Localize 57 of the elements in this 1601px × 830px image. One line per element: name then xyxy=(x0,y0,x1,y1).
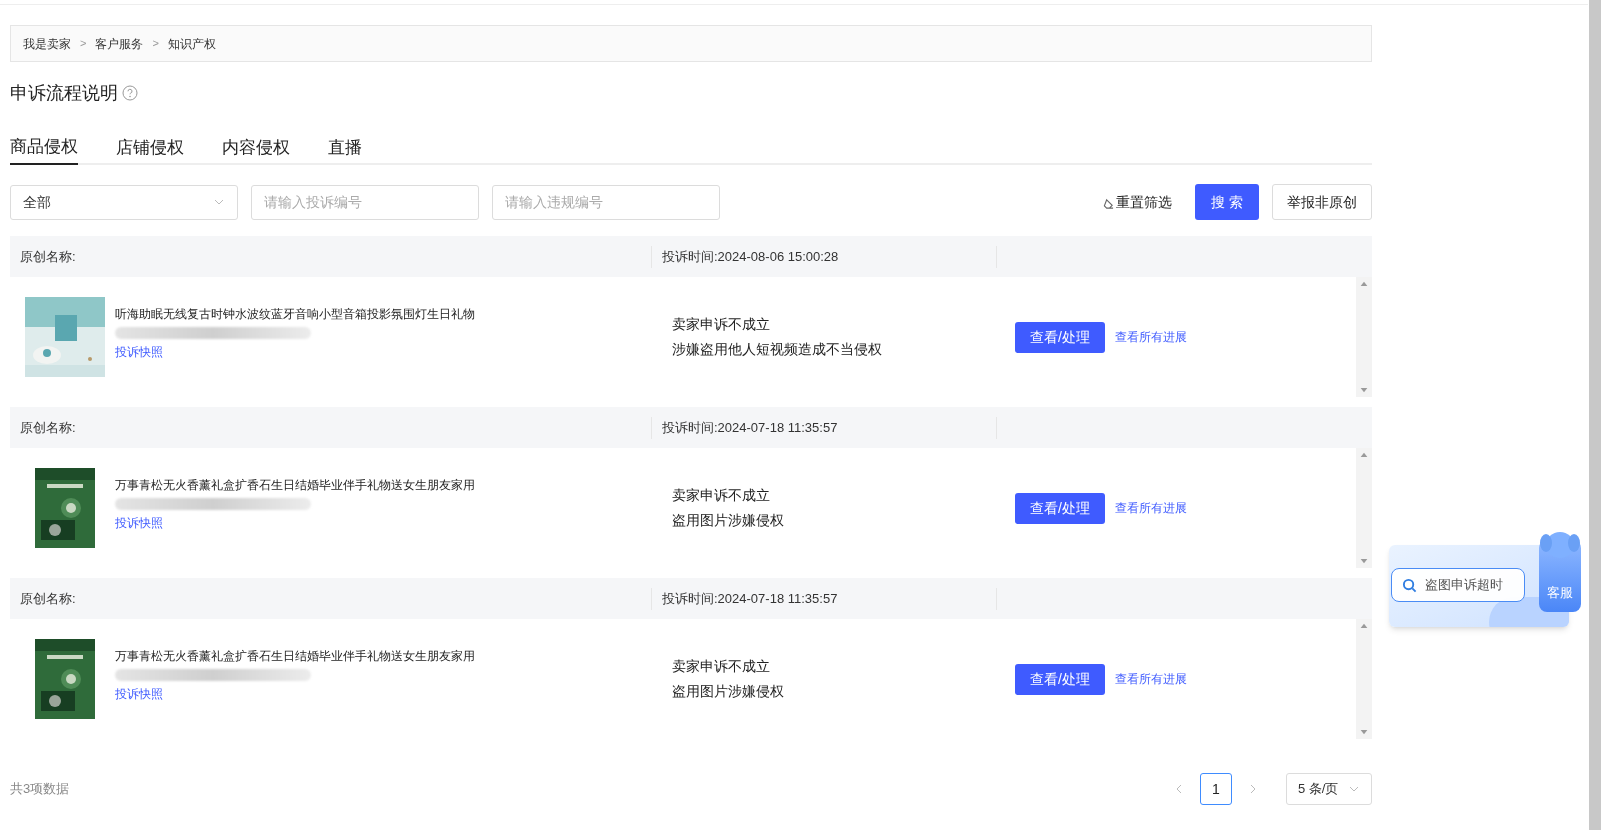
page-size-select[interactable]: 5 条/页 xyxy=(1286,773,1372,805)
breadcrumb-link[interactable]: 知识产权 xyxy=(167,34,216,53)
scroll-down-icon[interactable] xyxy=(1360,730,1368,735)
type-select[interactable]: 全部 xyxy=(10,184,238,220)
column-label: 原创名称: xyxy=(20,589,76,608)
page-button[interactable]: 1 xyxy=(1200,773,1232,805)
complaint-time: 投诉时间:2024-08-06 15:00:28 xyxy=(662,247,839,266)
view-button[interactable]: 查看/处理 xyxy=(1015,492,1105,524)
snapshot-link[interactable]: 投诉快照 xyxy=(115,685,163,703)
scroll-up-icon[interactable] xyxy=(1360,623,1368,628)
complaint-time: 投诉时间:2024-07-18 11:35:57 xyxy=(662,418,838,437)
appeal-status: 卖家申诉不成立 xyxy=(672,657,771,676)
help-icon[interactable] xyxy=(122,85,138,101)
progress-link[interactable]: 查看所有进展 xyxy=(1115,670,1187,688)
search-field[interactable]: 盗图申诉超时 xyxy=(1391,568,1525,602)
violation-reason: 盗用图片涉嫌侵权 xyxy=(672,511,785,530)
input-field[interactable]: 请输入违规编号 xyxy=(492,184,720,220)
breadcrumb-link[interactable]: 我是卖家 xyxy=(23,34,71,53)
report-button[interactable]: 举报非原创 xyxy=(1272,184,1372,220)
appeal-status: 卖家申诉不成立 xyxy=(672,315,771,334)
page-title: 申诉流程说明 xyxy=(10,81,118,105)
search-button[interactable]: 搜 索 xyxy=(1195,184,1259,220)
tab[interactable]: 内容侵权 xyxy=(222,131,290,165)
tab[interactable]: 商品侵权 xyxy=(10,131,78,165)
scroll-up-icon[interactable] xyxy=(1360,452,1368,457)
snapshot-link[interactable]: 投诉快照 xyxy=(115,514,163,532)
column-label: 原创名称: xyxy=(20,418,76,437)
search-icon xyxy=(1402,577,1417,593)
appeal-status: 卖家申诉不成立 xyxy=(672,486,771,505)
breadcrumb-separator: > xyxy=(152,36,159,52)
breadcrumb-separator: > xyxy=(80,36,87,52)
eraser-icon xyxy=(1103,198,1114,209)
complaint-time: 投诉时间:2024-07-18 11:35:57 xyxy=(662,589,838,608)
tab[interactable]: 直播 xyxy=(328,131,362,165)
scroll-down-icon[interactable] xyxy=(1360,559,1368,564)
view-button[interactable]: 查看/处理 xyxy=(1015,663,1105,695)
scrollbar[interactable] xyxy=(1589,0,1601,830)
progress-link[interactable]: 查看所有进展 xyxy=(1115,328,1187,346)
breadcrumb-link[interactable]: 客户服务 xyxy=(95,34,144,53)
row-scrollbar[interactable] xyxy=(1356,619,1372,739)
row-scrollbar[interactable] xyxy=(1356,448,1372,568)
scroll-up-icon[interactable] xyxy=(1360,281,1368,286)
column-label: 原创名称: xyxy=(20,247,76,266)
total-count: 共3项数据 xyxy=(10,780,70,799)
reset-button[interactable]: 重置筛选 xyxy=(1103,191,1172,213)
violation-reason: 涉嫌盗用他人短视频造成不当侵权 xyxy=(672,340,883,359)
view-button[interactable]: 查看/处理 xyxy=(1015,321,1105,353)
snapshot-link[interactable]: 投诉快照 xyxy=(115,343,163,361)
violation-reason: 盗用图片涉嫌侵权 xyxy=(672,682,785,701)
product-title: 万事青松无火香薰礼盒扩香石生日结婚毕业伴手礼物送女生朋友家用 xyxy=(115,648,476,665)
progress-link[interactable]: 查看所有进展 xyxy=(1115,499,1187,517)
input-field[interactable]: 请输入投诉编号 xyxy=(251,184,479,220)
product-title: 听海助眠无线复古时钟水波纹蓝牙音响小型音箱投影氛围灯生日礼物 xyxy=(115,306,476,323)
scroll-down-icon[interactable] xyxy=(1360,388,1368,393)
product-title: 万事青松无火香薰礼盒扩香石生日结婚毕业伴手礼物送女生朋友家用 xyxy=(115,477,476,494)
tab[interactable]: 店铺侵权 xyxy=(116,131,184,165)
row-scrollbar[interactable] xyxy=(1356,277,1372,397)
